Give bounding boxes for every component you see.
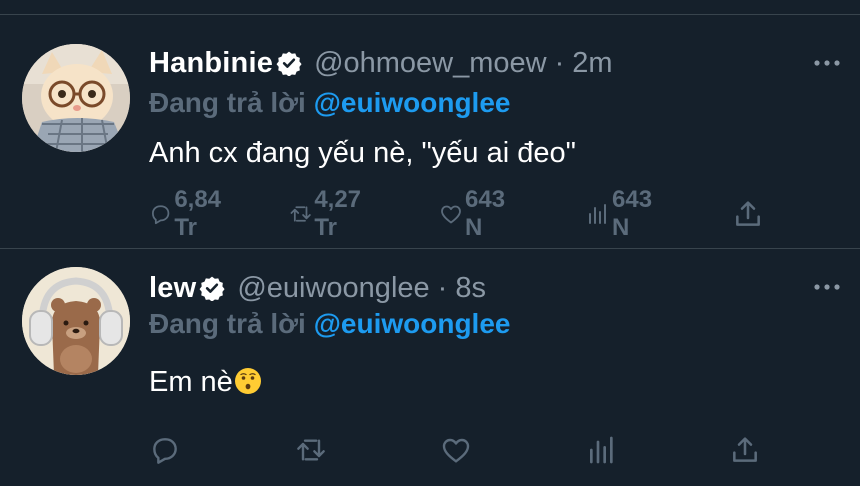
mention-link[interactable]: @euiwoonglee — [314, 87, 511, 118]
retweet-count: 4,27 Tr — [314, 186, 362, 241]
reply-icon — [152, 205, 170, 225]
reply-button[interactable]: 6,84 Tr — [149, 186, 230, 241]
heart-icon — [441, 205, 461, 224]
like-button[interactable] — [440, 432, 474, 468]
views-button[interactable] — [586, 432, 620, 468]
verified-badge-icon — [276, 51, 302, 76]
tweet-text: Anh cx đang yếu nè, "yếu ai đeo" — [149, 137, 576, 169]
share-icon — [733, 437, 757, 462]
views-chart-icon — [590, 436, 613, 464]
views-count: 643 N — [612, 186, 653, 241]
replying-to-label: Đang trả lời — [149, 87, 306, 118]
retweet-icon — [290, 206, 311, 222]
handle[interactable]: @euiwoonglee — [237, 272, 429, 305]
avatar[interactable] — [22, 44, 130, 152]
timestamp[interactable]: 8s — [455, 272, 486, 305]
more-options-icon[interactable] — [812, 53, 842, 73]
more-options-icon[interactable] — [812, 277, 842, 297]
like-count: 643 N — [465, 186, 506, 241]
kissing-face-emoji-icon — [234, 368, 261, 394]
tweet-header: lew @euiwoonglee · 8s — [149, 268, 486, 308]
cat-avatar-image — [22, 44, 130, 152]
tweet-text-container: Em nè — [149, 366, 262, 399]
tweet[interactable]: Hanbinie @ohmoew_moew · 2m Đang trả lời … — [0, 15, 860, 248]
share-button[interactable] — [729, 432, 761, 468]
retweet-button[interactable]: 4,27 Tr — [289, 186, 370, 241]
like-button[interactable]: 643 N — [439, 186, 513, 241]
display-name[interactable]: lew — [149, 272, 196, 305]
views-button[interactable]: 643 N — [586, 186, 660, 241]
replying-to-label: Đang trả lời — [149, 308, 306, 339]
retweet-button[interactable] — [295, 432, 329, 468]
bear-avatar-image — [22, 267, 130, 375]
share-button[interactable] — [732, 196, 764, 232]
verified-badge-icon — [199, 276, 225, 301]
reply-icon — [153, 438, 177, 464]
separator-dot: · — [554, 46, 565, 79]
views-chart-icon — [589, 204, 606, 224]
replying-to: Đang trả lời @euiwoonglee — [149, 308, 510, 340]
reply-count: 6,84 Tr — [174, 186, 222, 241]
tweet[interactable]: lew @euiwoonglee · 8s Đang trả lời @euiw… — [0, 249, 860, 486]
handle[interactable]: @ohmoew_moew — [314, 47, 547, 80]
separator-dot: · — [437, 271, 448, 304]
tweet-text: Em nè — [149, 366, 233, 398]
avatar[interactable] — [22, 267, 130, 375]
timestamp[interactable]: 2m — [572, 47, 612, 80]
mention-link[interactable]: @euiwoonglee — [314, 308, 511, 339]
display-name[interactable]: Hanbinie — [149, 47, 273, 80]
reply-button[interactable] — [149, 432, 183, 468]
retweet-icon — [297, 439, 325, 461]
tweet-header: Hanbinie @ohmoew_moew · 2m — [149, 43, 613, 83]
share-icon — [736, 201, 760, 226]
heart-icon — [442, 438, 470, 463]
replying-to: Đang trả lời @euiwoonglee — [149, 87, 510, 119]
